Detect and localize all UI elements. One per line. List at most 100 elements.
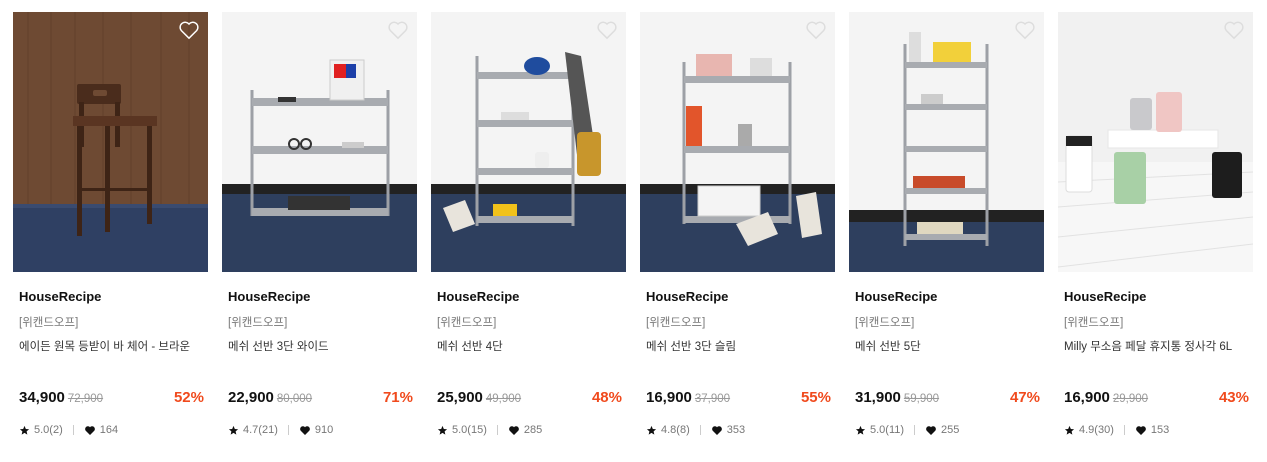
product-card[interactable]: HouseRecipe [위캔드오프] 메쉬 선반 5단 31,900 59,90… — [849, 12, 1044, 452]
star-icon — [646, 425, 657, 435]
star-icon — [19, 425, 30, 435]
star-icon — [437, 425, 448, 435]
wishlist-button[interactable] — [387, 20, 409, 40]
sale-price: 22,900 — [228, 389, 274, 406]
discount-rate: 71% — [382, 389, 413, 406]
rating-value: 4.8(8) — [661, 424, 690, 436]
original-price: 29,900 — [1112, 393, 1149, 405]
brand-name[interactable]: HouseRecipe — [646, 289, 728, 304]
discount-rate: 43% — [1218, 389, 1249, 406]
discount-rate: 47% — [1009, 389, 1040, 406]
divider — [287, 425, 289, 435]
rating-value: 5.0(2) — [34, 424, 63, 436]
brand-name[interactable]: HouseRecipe — [228, 289, 310, 304]
original-price: 80,000 — [276, 393, 313, 405]
product-stats: 5.0(15) 285 — [437, 424, 542, 436]
original-price: 49,900 — [485, 393, 522, 405]
product-name[interactable]: 메쉬 선반 3단 와이드 — [228, 338, 411, 354]
heart-outline-icon — [179, 21, 199, 40]
sale-price: 31,900 — [855, 389, 901, 406]
heart-filled-icon — [84, 425, 95, 435]
product-card[interactable]: HouseRecipe [위캔드오프] 메쉬 선반 3단 와이드 22,900 8… — [222, 12, 417, 452]
sale-price: 16,900 — [646, 389, 692, 406]
like-count: 910 — [314, 424, 334, 436]
heart-filled-icon — [508, 425, 519, 435]
like-count: 153 — [1150, 424, 1170, 436]
brand-name[interactable]: HouseRecipe — [855, 289, 937, 304]
wishlist-button[interactable] — [1223, 20, 1245, 40]
divider — [72, 425, 74, 435]
product-stats: 4.8(8) 353 — [646, 424, 745, 436]
brand-name[interactable]: HouseRecipe — [1064, 289, 1146, 304]
price-row: 34,900 72,900 52% — [19, 389, 204, 409]
promo-tag: [위캔드오프] — [228, 317, 288, 329]
product-name[interactable]: Milly 무소음 페달 휴지통 정사각 6L — [1064, 338, 1247, 354]
star-icon — [228, 425, 239, 435]
product-card[interactable]: HouseRecipe [위캔드오프] 메쉬 선반 3단 슬림 16,900 37… — [640, 12, 835, 452]
product-grid: HouseRecipe [위캔드오프] 에이든 원목 등받이 바 체어 - 브라… — [0, 0, 1267, 462]
price-row: 25,900 49,900 48% — [437, 389, 622, 409]
promo-tag: [위캔드오프] — [19, 317, 79, 329]
heart-filled-icon — [299, 425, 310, 435]
product-image[interactable] — [1058, 12, 1253, 272]
product-card[interactable]: HouseRecipe [위캔드오프] Milly 무소음 페달 휴지통 정사각… — [1058, 12, 1253, 452]
discount-rate: 48% — [591, 389, 622, 406]
divider — [699, 425, 701, 435]
price-row: 22,900 80,000 71% — [228, 389, 413, 409]
price-row: 16,900 37,900 55% — [646, 389, 831, 409]
price-row: 16,900 29,900 43% — [1064, 389, 1249, 409]
original-price: 59,900 — [903, 393, 940, 405]
product-image[interactable] — [431, 12, 626, 272]
product-card[interactable]: HouseRecipe [위캔드오프] 메쉬 선반 4단 25,900 49,90… — [431, 12, 626, 452]
wishlist-button[interactable] — [1014, 20, 1036, 40]
rating-value: 5.0(11) — [870, 424, 905, 436]
heart-filled-icon — [926, 425, 936, 435]
like-count: 353 — [726, 424, 746, 436]
product-stats: 4.9(30) 153 — [1064, 424, 1169, 436]
product-name[interactable]: 메쉬 선반 3단 슬림 — [646, 338, 829, 354]
brand-name[interactable]: HouseRecipe — [437, 289, 519, 304]
discount-rate: 55% — [800, 389, 831, 406]
product-card[interactable]: HouseRecipe [위캔드오프] 에이든 원목 등받이 바 체어 - 브라… — [13, 12, 208, 452]
like-count: 285 — [523, 424, 543, 436]
product-stats: 5.0(11) 255 — [855, 424, 959, 436]
original-price: 72,900 — [67, 393, 104, 405]
product-image[interactable] — [222, 12, 417, 272]
heart-outline-icon — [1015, 21, 1035, 40]
like-count: 164 — [99, 424, 119, 436]
divider — [1123, 425, 1125, 435]
brand-name[interactable]: HouseRecipe — [19, 289, 101, 304]
divider — [496, 425, 498, 435]
rating-value: 4.7(21) — [243, 424, 278, 436]
product-image[interactable] — [640, 12, 835, 272]
product-stats: 5.0(2) 164 — [19, 424, 118, 436]
product-image[interactable] — [849, 12, 1044, 272]
heart-outline-icon — [388, 21, 408, 40]
promo-tag: [위캔드오프] — [855, 317, 915, 329]
star-icon — [1064, 425, 1075, 435]
product-stats: 4.7(21) 910 — [228, 424, 333, 436]
wishlist-button[interactable] — [596, 20, 618, 40]
promo-tag: [위캔드오프] — [437, 317, 497, 329]
promo-tag: [위캔드오프] — [1064, 317, 1124, 329]
sale-price: 25,900 — [437, 389, 483, 406]
product-name[interactable]: 에이든 원목 등받이 바 체어 - 브라운 — [19, 338, 202, 354]
wishlist-button[interactable] — [178, 20, 200, 40]
price-row: 31,900 59,900 47% — [855, 389, 1040, 409]
heart-filled-icon — [1135, 425, 1146, 435]
discount-rate: 52% — [173, 389, 204, 406]
product-image[interactable] — [13, 12, 208, 272]
heart-outline-icon — [1224, 21, 1244, 40]
wishlist-button[interactable] — [805, 20, 827, 40]
product-name[interactable]: 메쉬 선반 5단 — [855, 338, 1038, 354]
product-name[interactable]: 메쉬 선반 4단 — [437, 338, 620, 354]
original-price: 37,900 — [694, 393, 731, 405]
sale-price: 16,900 — [1064, 389, 1110, 406]
divider — [914, 425, 916, 435]
heart-filled-icon — [711, 425, 722, 435]
promo-tag: [위캔드오프] — [646, 317, 706, 329]
sale-price: 34,900 — [19, 389, 65, 406]
rating-value: 5.0(15) — [452, 424, 487, 436]
like-count: 255 — [941, 424, 960, 436]
rating-value: 4.9(30) — [1079, 424, 1114, 436]
